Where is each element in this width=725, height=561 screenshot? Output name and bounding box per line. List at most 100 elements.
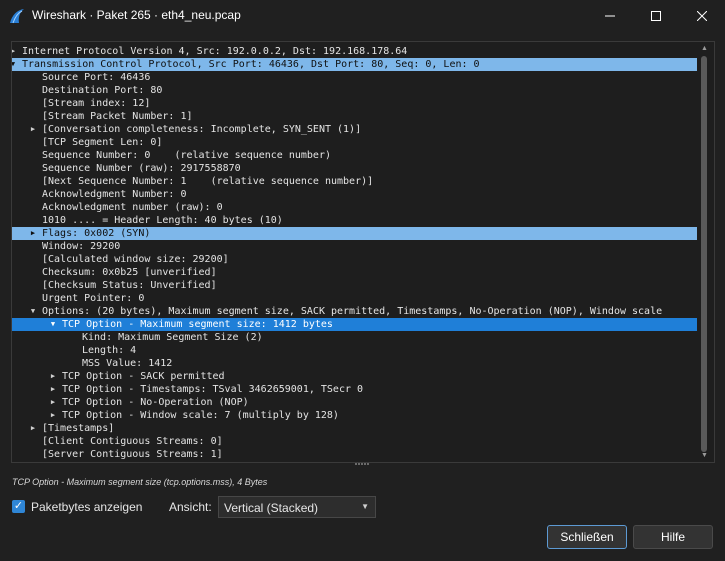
tree-row[interactable]: ▶ [Conversation completeness: Incomplete,… <box>12 123 698 136</box>
tree-row[interactable]: ▼ Options: (20 bytes), Maximum segment si… <box>12 305 698 318</box>
close-button[interactable]: Schließen <box>547 525 627 549</box>
tree-row-label: MSS Value: 1412 <box>82 358 173 369</box>
tree-row[interactable]: ▶ TCP Option - No-Operation (NOP) <box>12 396 698 409</box>
tree-row-label: [Next Sequence Number: 1 (relative seque… <box>42 176 374 187</box>
tree-row[interactable]: Source Port: 46436 <box>12 71 698 84</box>
tree-row-label: TCP Option - Window scale: 7 (multiply b… <box>62 410 339 421</box>
collapsed-arrow-icon[interactable]: ▶ <box>12 45 18 58</box>
tree-row[interactable]: [Checksum Status: Unverified] <box>12 279 698 292</box>
tree-row[interactable]: ▶ Flags: 0x002 (SYN) <box>12 227 698 240</box>
pane-splitter-handle[interactable] <box>355 463 373 467</box>
tree-row-label: [Timestamps] <box>42 423 115 434</box>
view-label: Ansicht: <box>169 500 212 514</box>
collapsed-arrow-icon[interactable]: ▶ <box>28 422 38 435</box>
scroll-thumb[interactable] <box>701 56 707 452</box>
expanded-arrow-icon[interactable]: ▼ <box>48 318 58 331</box>
tree-row[interactable]: ▶ Internet Protocol Version 4, Src: 192.0… <box>12 45 698 58</box>
tree-row-label: Sequence Number: 0 (relative sequence nu… <box>42 150 331 161</box>
scroll-up-icon[interactable]: ▲ <box>701 45 708 52</box>
title-bar: Wireshark · Paket 265 · eth4_neu.pcap <box>0 0 725 32</box>
close-window-button[interactable] <box>679 0 725 32</box>
tree-row-label: TCP Option - No-Operation (NOP) <box>62 397 249 408</box>
tree-row-label: [Stream index: 12] <box>42 98 151 109</box>
collapsed-arrow-icon[interactable]: ▶ <box>48 370 58 383</box>
tree-row-label: 1010 .... = Header Length: 40 bytes (10) <box>42 215 283 226</box>
tree-row[interactable]: ▶ TCP Option - SACK permitted <box>12 370 698 383</box>
window-title: Wireshark · Paket 265 · eth4_neu.pcap <box>32 8 241 22</box>
tree-row-label: Kind: Maximum Segment Size (2) <box>82 332 263 343</box>
tree-row[interactable]: Sequence Number (raw): 2917558870 <box>12 162 698 175</box>
tree-row[interactable]: MSS Value: 1412 <box>12 357 698 370</box>
tree-row[interactable]: Acknowledgment number (raw): 0 <box>12 201 698 214</box>
tree-row-label: [Checksum Status: Unverified] <box>42 280 217 291</box>
tree-row[interactable]: ▼ Transmission Control Protocol, Src Port… <box>12 58 698 71</box>
tree-row-label: Checksum: 0x0b25 [unverified] <box>42 267 217 278</box>
chevron-down-icon: ▼ <box>361 502 369 511</box>
maximize-icon <box>651 11 661 21</box>
tree-row-label: [Calculated window size: 29200] <box>42 254 229 265</box>
tree-row[interactable]: Checksum: 0x0b25 [unverified] <box>12 266 698 279</box>
tree-row[interactable]: 1010 .... = Header Length: 40 bytes (10) <box>12 214 698 227</box>
tree-row-label: [Server Contiguous Streams: 1] <box>42 449 223 460</box>
tree-row[interactable]: Sequence Number: 0 (relative sequence nu… <box>12 149 698 162</box>
tree-row[interactable]: Length: 4 <box>12 344 698 357</box>
tree-row[interactable]: ▶ TCP Option - Timestamps: TSval 34626590… <box>12 383 698 396</box>
show-bytes-label[interactable]: Paketbytes anzeigen <box>31 500 142 514</box>
tree-row-label: Options: (20 bytes), Maximum segment siz… <box>42 306 663 317</box>
tree-row-label: TCP Option - SACK permitted <box>62 371 225 382</box>
wireshark-fin-icon <box>10 9 24 24</box>
scroll-down-icon[interactable]: ▼ <box>701 452 708 459</box>
show-bytes-checkbox[interactable]: ✓ <box>12 500 25 513</box>
tree-row-label: [Conversation completeness: Incomplete, … <box>42 124 362 135</box>
tree-row-label: Internet Protocol Version 4, Src: 192.0.… <box>22 46 408 57</box>
tree-row-label: Destination Port: 80 <box>42 85 163 96</box>
tree-row-label: Urgent Pointer: 0 <box>42 293 145 304</box>
expanded-arrow-icon[interactable]: ▼ <box>12 58 18 71</box>
tree-row[interactable]: [Stream Packet Number: 1] <box>12 110 698 123</box>
tree-row[interactable]: [Server Contiguous Streams: 1] <box>12 448 698 461</box>
collapsed-arrow-icon[interactable]: ▶ <box>48 396 58 409</box>
checkmark-icon: ✓ <box>13 500 24 512</box>
tree-row-label: TCP Option - Timestamps: TSval 346265900… <box>62 384 364 395</box>
tree-row-label: [TCP Segment Len: 0] <box>42 137 163 148</box>
tree-row-label: Transmission Control Protocol, Src Port:… <box>22 59 480 70</box>
tree-row[interactable]: Destination Port: 80 <box>12 84 698 97</box>
collapsed-arrow-icon[interactable]: ▶ <box>28 123 38 136</box>
tree-row-label: Acknowledgment number (raw): 0 <box>42 202 223 213</box>
maximize-button[interactable] <box>633 0 679 32</box>
tree-row-label: TCP Option - Maximum segment size: 1412 … <box>62 319 333 330</box>
collapsed-arrow-icon[interactable]: ▶ <box>48 383 58 396</box>
tree-row[interactable]: [Next Sequence Number: 1 (relative seque… <box>12 175 698 188</box>
packet-details-tree[interactable]: [Server Contiguous Streams: 1] [Client Co… <box>11 41 715 463</box>
tree-row-label: Flags: 0x002 (SYN) <box>42 228 151 239</box>
tree-row[interactable]: [Stream index: 12] <box>12 97 698 110</box>
tree-row[interactable]: Urgent Pointer: 0 <box>12 292 698 305</box>
view-combobox[interactable]: Vertical (Stacked) ▼ <box>218 496 376 518</box>
tree-row[interactable]: Window: 29200 <box>12 240 698 253</box>
tree-row-label: Sequence Number (raw): 2917558870 <box>42 163 241 174</box>
tree-row[interactable]: ▶ [Timestamps] <box>12 422 698 435</box>
tree-row-label: [Stream Packet Number: 1] <box>42 111 193 122</box>
tree-row[interactable]: [Calculated window size: 29200] <box>12 253 698 266</box>
tree-row[interactable]: [TCP Segment Len: 0] <box>12 136 698 149</box>
collapsed-arrow-icon[interactable]: ▶ <box>48 409 58 422</box>
view-combobox-value: Vertical (Stacked) <box>224 501 319 515</box>
vertical-scrollbar[interactable]: ▲ ▼ <box>697 42 713 462</box>
tree-row-label: Window: 29200 <box>42 241 121 252</box>
tree-row-label: Length: 4 <box>82 345 137 356</box>
minimize-button[interactable] <box>587 0 633 32</box>
tree-row-label: Acknowledgment Number: 0 <box>42 189 187 200</box>
collapsed-arrow-icon[interactable]: ▶ <box>28 227 38 240</box>
tree-row[interactable]: ▼ TCP Option - Maximum segment size: 1412… <box>12 318 698 331</box>
minimize-icon <box>605 15 615 17</box>
help-button[interactable]: Hilfe <box>633 525 713 549</box>
tree-row-label: Source Port: 46436 <box>42 72 151 83</box>
tree-row[interactable]: Kind: Maximum Segment Size (2) <box>12 331 698 344</box>
close-icon <box>697 11 707 21</box>
tree-row[interactable]: Acknowledgment Number: 0 <box>12 188 698 201</box>
status-text: TCP Option - Maximum segment size (tcp.o… <box>12 477 268 487</box>
tree-row-label: [Client Contiguous Streams: 0] <box>42 436 223 447</box>
tree-row[interactable]: [Client Contiguous Streams: 0] <box>12 435 698 448</box>
expanded-arrow-icon[interactable]: ▼ <box>28 305 38 318</box>
tree-row[interactable]: ▶ TCP Option - Window scale: 7 (multiply … <box>12 409 698 422</box>
